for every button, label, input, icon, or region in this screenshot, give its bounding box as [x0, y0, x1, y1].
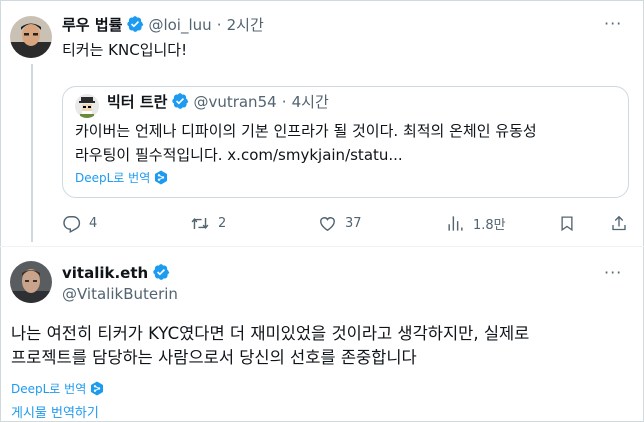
views-button[interactable]: 1.8만 — [446, 214, 506, 233]
separator-dot: · — [281, 93, 287, 111]
author-name[interactable]: vitalik.eth — [62, 264, 148, 282]
avatar-vitalik[interactable] — [10, 261, 52, 303]
retweet-button[interactable]: 2 — [190, 214, 226, 233]
reply-text: 티커는 KNC입니다! — [62, 41, 188, 59]
main-author-name-row: vitalik.eth — [62, 263, 174, 285]
quote-text-line-1: 카이버는 언제나 디파이의 기본 인프라가 될 것이다. 최적의 온체인 유동성 — [75, 122, 537, 140]
reply-count: 4 — [89, 216, 98, 231]
retweet-count: 2 — [218, 216, 227, 231]
more-options-button[interactable]: ··· — [604, 14, 622, 33]
main-text-line-1: 나는 여전히 티커가 KYC였다면 더 재미있었을 것이라고 생각하지만, 실제… — [11, 324, 530, 343]
main-text-line-2: 프로젝트를 담당하는 사람으로서 당신의 선호를 존중합니다 — [11, 348, 417, 367]
quoted-tweet-card[interactable]: 빅터 트란 @vutran54 · 4시간 카이버는 언제나 디파이의 기본 인프… — [62, 86, 629, 198]
author-name[interactable]: 루우 법률 — [62, 16, 122, 34]
heart-icon — [320, 217, 335, 232]
view-count: 1.8만 — [473, 218, 506, 233]
like-button[interactable]: 37 — [318, 214, 362, 233]
translate-post-link[interactable]: 게시물 번역하기 — [11, 402, 99, 421]
quote-author-handle: @vutran54 — [193, 93, 277, 111]
share-button[interactable] — [610, 214, 636, 233]
thread-connector-line — [31, 64, 33, 242]
bookmark-icon — [561, 216, 573, 232]
quote-author-name[interactable]: 빅터 트란 — [107, 93, 167, 111]
quote-text-line-2: 라우팅이 필수적입니다. x.com/smykjain/statu... — [75, 146, 403, 164]
post-time[interactable]: 2시간 — [227, 16, 264, 34]
share-icon — [612, 215, 626, 231]
deepl-translate-link[interactable]: DeepL로 번역 — [75, 171, 150, 185]
author-handle[interactable]: @loi_luu — [148, 16, 211, 34]
retweet-icon — [191, 217, 209, 230]
bookmark-button[interactable] — [558, 214, 584, 233]
author-handle[interactable]: @VitalikButerin — [62, 285, 178, 303]
verified-badge-icon — [171, 92, 189, 114]
deepl-translate-link[interactable]: DeepL로 번역 — [11, 382, 86, 396]
tweet-divider — [0, 246, 644, 247]
main-translate-row: DeepL로 번역 — [11, 378, 104, 400]
quote-post-time: 4시간 — [291, 93, 329, 111]
reply-button[interactable]: 4 — [62, 214, 97, 233]
separator-dot: · — [216, 16, 222, 34]
reply-header: 루우 법률 @loi_luu · 2시간 — [62, 14, 264, 37]
more-options-button[interactable]: ··· — [604, 263, 622, 282]
quote-header: 빅터 트란 @vutran54 · 4시간 — [107, 91, 329, 114]
verified-badge-icon — [126, 15, 144, 37]
avatar-vutran — [75, 94, 99, 118]
quote-translate-row: DeepL로 번역 — [75, 167, 168, 189]
deepl-icon — [90, 381, 104, 400]
like-count: 37 — [345, 216, 362, 231]
deepl-icon — [154, 170, 168, 189]
avatar-loi-luu[interactable] — [10, 16, 52, 58]
reply-icon — [63, 216, 81, 233]
views-chart-icon — [448, 216, 463, 231]
reply-action-bar: 4 2 37 1.8만 — [62, 214, 629, 238]
verified-badge-icon — [152, 263, 170, 285]
